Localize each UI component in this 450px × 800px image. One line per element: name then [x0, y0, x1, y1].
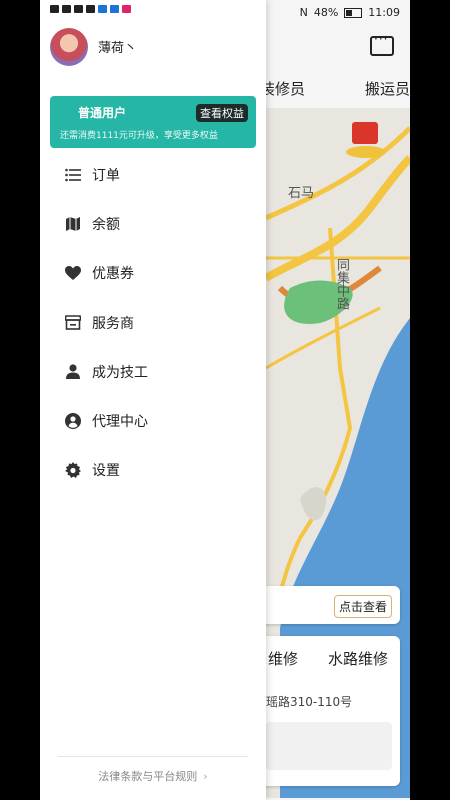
menu-item-become-technician[interactable]: 成为技工	[40, 347, 266, 396]
menu-label: 服务商	[92, 315, 134, 332]
hd-icon	[50, 5, 59, 13]
service-card: 维修 水路维修 瑶路310-110号	[258, 636, 400, 786]
footer-divider	[58, 756, 248, 757]
phone-screen: N 48% 11:09 装修员 搬运员 石马 同集中路	[40, 0, 410, 800]
legal-terms-link[interactable]: 法律条款与平台规则 ›	[40, 768, 266, 784]
person-icon	[64, 363, 82, 381]
map-icon	[64, 215, 82, 233]
menu-item-balance[interactable]: 余额	[40, 199, 266, 248]
wifi-icon	[86, 5, 95, 13]
avatar[interactable]	[50, 28, 88, 66]
status-time: 11:09	[368, 6, 400, 19]
map-label-shima: 石马	[288, 186, 315, 201]
membership-level: 普通用户	[78, 106, 127, 120]
view-button[interactable]: 点击查看	[333, 595, 392, 618]
upgrade-hint: 还需消费1111元可升级，享受更多权益	[60, 131, 218, 141]
user-circle-icon	[64, 412, 82, 430]
menu-label: 优惠券	[92, 266, 134, 283]
tab-repair[interactable]: 维修	[268, 648, 298, 669]
menu-item-agent-center[interactable]: 代理中心	[40, 396, 266, 445]
gear-icon	[64, 461, 82, 479]
play-icon	[122, 5, 131, 13]
tab-decorator[interactable]: 装修员	[260, 78, 305, 99]
list-icon	[64, 166, 82, 184]
menu-label: 设置	[92, 463, 120, 480]
username[interactable]: 薄荷丶	[98, 37, 137, 56]
battery-icon	[344, 7, 363, 18]
tab-plumbing-repair[interactable]: 水路维修	[328, 648, 388, 669]
signal-icon-2	[74, 5, 83, 13]
menu-item-providers[interactable]: 服务商	[40, 298, 266, 347]
address-input-box[interactable]	[266, 722, 392, 770]
nfc-icon: N	[299, 6, 308, 19]
message-icon[interactable]	[370, 32, 394, 56]
status-bar-right: N 48% 11:09	[300, 6, 400, 19]
map-label-road: 同集中路	[334, 258, 349, 310]
drawer-menu: 订单 余额 优惠券 服务商 成为技工 代理中心 设置	[40, 150, 266, 495]
membership-card[interactable]: 普通用户 查看权益 还需消费1111元可升级，享受更多权益	[50, 96, 256, 148]
app-icon-2	[110, 5, 119, 13]
app-icon	[98, 5, 107, 13]
address-text: 瑶路310-110号	[266, 695, 353, 709]
menu-item-coupons[interactable]: 优惠券	[40, 249, 266, 298]
menu-item-orders[interactable]: 订单	[40, 150, 266, 199]
red-envelope-icon[interactable]	[352, 122, 378, 144]
category-tabs: 装修员 搬运员	[260, 78, 410, 99]
chevron-right-icon: ›	[203, 770, 208, 783]
view-rights-button[interactable]: 查看权益	[196, 104, 248, 122]
heart-icon	[64, 264, 82, 282]
status-bar-left	[50, 5, 131, 13]
signal-icon	[62, 5, 71, 13]
store-icon	[64, 314, 82, 332]
menu-label: 成为技工	[92, 364, 148, 381]
gold-coins-icon	[346, 146, 386, 158]
menu-label: 余额	[92, 216, 120, 233]
location-card: 点击查看	[258, 586, 400, 624]
battery-percent: 48%	[313, 6, 339, 19]
tab-mover[interactable]: 搬运员	[365, 78, 410, 99]
navigation-drawer: 薄荷丶 普通用户 查看权益 还需消费1111元可升级，享受更多权益 订单 余额	[40, 0, 266, 800]
legal-terms-label: 法律条款与平台规则	[98, 770, 198, 783]
menu-label: 代理中心	[92, 414, 148, 431]
menu-label: 订单	[92, 167, 120, 184]
menu-item-settings[interactable]: 设置	[40, 446, 266, 495]
